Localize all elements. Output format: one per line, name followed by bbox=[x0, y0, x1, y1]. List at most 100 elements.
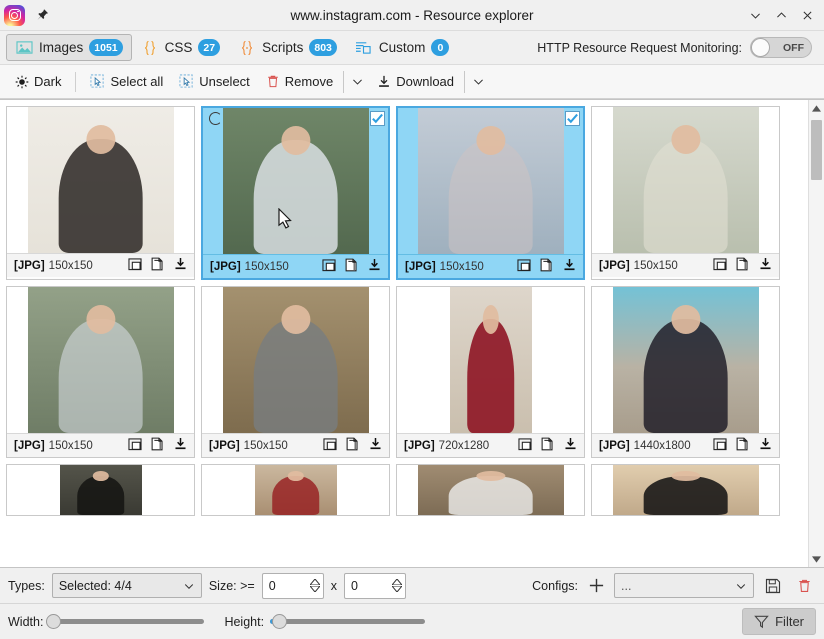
height-slider[interactable] bbox=[270, 614, 426, 629]
height-slider-knob[interactable] bbox=[272, 614, 288, 629]
chevron-up-icon bbox=[776, 11, 786, 17]
card-checkbox[interactable] bbox=[565, 111, 580, 126]
resource-card[interactable]: [JPG] 150x150 bbox=[591, 106, 780, 280]
download-icon[interactable] bbox=[564, 437, 577, 454]
scrollbar-track[interactable] bbox=[809, 116, 824, 551]
copy-icon[interactable] bbox=[151, 437, 165, 454]
resource-thumbnail[interactable] bbox=[592, 107, 779, 253]
open-in-window-icon[interactable] bbox=[128, 257, 142, 274]
close-button[interactable] bbox=[794, 2, 820, 28]
copy-icon[interactable] bbox=[345, 258, 359, 275]
min-width-stepper[interactable] bbox=[309, 579, 320, 592]
copy-icon[interactable] bbox=[151, 257, 165, 274]
checkmark-icon bbox=[372, 113, 383, 124]
open-in-window-icon[interactable] bbox=[713, 437, 727, 454]
resource-thumbnail[interactable] bbox=[202, 465, 389, 515]
pin-icon[interactable] bbox=[30, 3, 54, 27]
open-in-window-icon[interactable] bbox=[517, 258, 531, 275]
dark-mode-button[interactable]: Dark bbox=[8, 69, 68, 94]
download-dropdown-button[interactable] bbox=[468, 69, 489, 94]
download-icon[interactable] bbox=[174, 437, 187, 454]
types-select[interactable]: Selected: 4/4 bbox=[51, 573, 202, 598]
resource-thumbnail[interactable] bbox=[203, 108, 388, 254]
scrollbar-thumb[interactable] bbox=[811, 120, 822, 180]
resource-file-type: [JPG] bbox=[404, 439, 435, 452]
http-monitoring-toggle[interactable]: OFF bbox=[750, 37, 812, 58]
download-icon[interactable] bbox=[563, 258, 576, 275]
thumbnail-figure bbox=[76, 476, 125, 515]
width-slider[interactable] bbox=[45, 614, 205, 629]
resource-card[interactable]: [JPG] 150x150 bbox=[201, 286, 390, 458]
download-icon[interactable] bbox=[369, 437, 382, 454]
copy-icon[interactable] bbox=[540, 258, 554, 275]
add-config-button[interactable] bbox=[585, 575, 607, 597]
card-checkbox[interactable] bbox=[370, 111, 385, 126]
download-icon[interactable] bbox=[368, 258, 381, 275]
toggle-knob bbox=[751, 38, 770, 57]
resource-thumbnail[interactable] bbox=[202, 287, 389, 433]
copy-icon[interactable] bbox=[736, 437, 750, 454]
width-slider-knob[interactable] bbox=[45, 614, 61, 629]
open-in-window-icon[interactable] bbox=[518, 437, 532, 454]
delete-config-button[interactable] bbox=[792, 574, 816, 598]
resource-card[interactable]: [JPG] 150x150 bbox=[201, 106, 390, 280]
tab-css[interactable]: CSS 27 bbox=[132, 34, 229, 61]
resource-card[interactable]: [JPG] 150x150 bbox=[6, 106, 195, 280]
unselect-button[interactable]: Unselect bbox=[172, 69, 257, 94]
tab-scripts-badge: 803 bbox=[309, 39, 337, 56]
select-all-button[interactable]: Select all bbox=[83, 69, 170, 94]
toolbar-divider-2 bbox=[343, 70, 345, 93]
remove-button[interactable]: Remove bbox=[259, 69, 340, 94]
download-button[interactable]: Download bbox=[370, 69, 461, 94]
config-select-value: ... bbox=[621, 578, 632, 593]
min-width-input[interactable]: 0 bbox=[261, 572, 324, 599]
vertical-scrollbar[interactable] bbox=[808, 100, 824, 567]
resource-dimensions: 150x150 bbox=[48, 259, 93, 272]
tab-images[interactable]: Images 1051 bbox=[6, 34, 132, 61]
resource-card[interactable]: [JPG] 150x150 bbox=[396, 106, 585, 280]
minimize-button[interactable] bbox=[742, 2, 768, 28]
scroll-down-button[interactable] bbox=[809, 551, 824, 567]
tab-custom[interactable]: Custom 0 bbox=[346, 34, 459, 61]
resource-card[interactable] bbox=[396, 464, 585, 516]
resource-thumbnail[interactable] bbox=[592, 465, 779, 515]
min-height-input[interactable]: 0 bbox=[343, 572, 406, 599]
resource-thumbnail[interactable] bbox=[397, 287, 584, 433]
resource-card[interactable]: [JPG] 720x1280 bbox=[396, 286, 585, 458]
remove-dropdown-button[interactable] bbox=[347, 69, 368, 94]
resource-card[interactable]: [JPG] 1440x1800 bbox=[591, 286, 780, 458]
resource-thumbnail[interactable] bbox=[592, 287, 779, 433]
resource-card[interactable] bbox=[201, 464, 390, 516]
min-height-stepper[interactable] bbox=[391, 579, 402, 592]
resource-dimensions: 150x150 bbox=[48, 439, 93, 452]
trash-icon bbox=[267, 75, 278, 88]
maximize-button[interactable] bbox=[768, 2, 794, 28]
save-config-button[interactable] bbox=[761, 574, 785, 598]
config-select[interactable]: ... bbox=[614, 573, 754, 598]
thumbnail-image bbox=[612, 465, 759, 515]
resource-thumbnail[interactable] bbox=[398, 108, 583, 254]
download-icon[interactable] bbox=[759, 257, 772, 274]
open-in-window-icon[interactable] bbox=[323, 437, 337, 454]
copy-icon[interactable] bbox=[541, 437, 555, 454]
open-in-window-icon[interactable] bbox=[128, 437, 142, 454]
tab-scripts-label: Scripts bbox=[262, 40, 304, 55]
resource-thumbnail[interactable] bbox=[7, 107, 194, 253]
thumbnail-image bbox=[27, 287, 174, 433]
resource-card[interactable]: [JPG] 150x150 bbox=[6, 286, 195, 458]
resource-card[interactable] bbox=[6, 464, 195, 516]
resource-card-meta: [JPG] 150x150 bbox=[398, 254, 583, 278]
download-icon[interactable] bbox=[174, 257, 187, 274]
open-in-window-icon[interactable] bbox=[322, 258, 336, 275]
download-icon[interactable] bbox=[759, 437, 772, 454]
filter-button[interactable]: Filter bbox=[742, 608, 816, 635]
copy-icon[interactable] bbox=[346, 437, 360, 454]
copy-icon[interactable] bbox=[736, 257, 750, 274]
resource-thumbnail[interactable] bbox=[397, 465, 584, 515]
tab-scripts[interactable]: Scripts 803 bbox=[229, 34, 346, 61]
resource-card[interactable] bbox=[591, 464, 780, 516]
scroll-up-button[interactable] bbox=[809, 100, 824, 116]
resource-thumbnail[interactable] bbox=[7, 465, 194, 515]
resource-thumbnail[interactable] bbox=[7, 287, 194, 433]
open-in-window-icon[interactable] bbox=[713, 257, 727, 274]
